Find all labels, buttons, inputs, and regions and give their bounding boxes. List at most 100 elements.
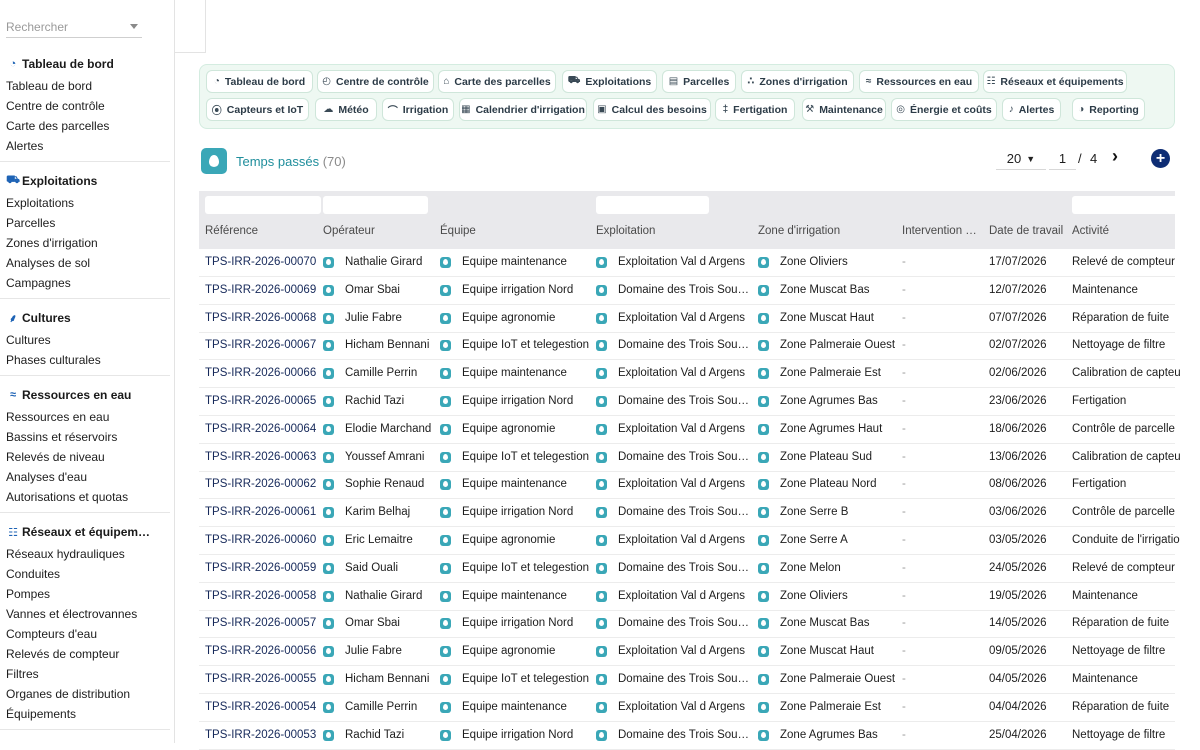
next-page-icon[interactable]: ›: [1112, 146, 1118, 167]
nav-chip-maintenance[interactable]: ⚒ Maintenance: [802, 98, 886, 121]
sidebar-item-carte-des-parcelles[interactable]: Carte des parcelles: [6, 119, 109, 133]
cell-reference[interactable]: TPS-IRR-2026-00056: [205, 645, 316, 657]
sidebar-item-vannes-et-electrovannes[interactable]: Vannes et électrovannes: [6, 607, 137, 621]
column-header-activite[interactable]: Activité: [1072, 225, 1109, 237]
cell-reference[interactable]: TPS-IRR-2026-00066: [205, 367, 316, 379]
table-row[interactable]: TPS-IRR-2026-00060 Eric Lemaitre Equipe ag…: [199, 527, 1180, 555]
table-row[interactable]: TPS-IRR-2026-00064 Elodie Marchand Equipe …: [199, 416, 1175, 444]
nav-chip-exploitations[interactable]: ⛟ Exploitations: [562, 70, 657, 93]
cell-reference[interactable]: TPS-IRR-2026-00067: [205, 339, 316, 351]
column-filter-input[interactable]: [1072, 196, 1182, 214]
sidebar-section-reseaux-et-equipem[interactable]: ☷ Réseaux et équipem…: [6, 525, 150, 539]
sidebar-item-cultures[interactable]: Cultures: [6, 333, 51, 347]
table-row[interactable]: TPS-IRR-2026-00066 Camille Perrin Equipe m…: [199, 360, 1181, 389]
sidebar-section-cultures[interactable]: ⸙ Cultures: [6, 311, 71, 325]
nav-chip-irrigation[interactable]: ⌒ Irrigation: [382, 98, 454, 121]
search-select[interactable]: Rechercher: [6, 16, 142, 38]
cell-reference[interactable]: TPS-IRR-2026-00060: [205, 534, 316, 546]
sidebar-item-filtres[interactable]: Filtres: [6, 667, 39, 681]
nav-chip-calcul-des-besoins[interactable]: ▣ Calcul des besoins: [593, 98, 711, 121]
sidebar-item-centre-de-controle[interactable]: Centre de contrôle: [6, 99, 105, 113]
cell-reference[interactable]: TPS-IRR-2026-00061: [205, 506, 316, 518]
sidebar-item-autorisations-et-quotas[interactable]: Autorisations et quotas: [6, 490, 128, 504]
table-row[interactable]: TPS-IRR-2026-00059 Said Ouali Equipe IoT e…: [199, 555, 1175, 583]
cell-reference[interactable]: TPS-IRR-2026-00059: [205, 562, 316, 574]
sidebar-section-ressources-en-eau[interactable]: ≈ Ressources en eau: [6, 388, 131, 402]
sidebar-item-campagnes[interactable]: Campagnes: [6, 276, 71, 290]
nav-chip-parcelles[interactable]: ▤ Parcelles: [662, 70, 736, 93]
current-page-input[interactable]: 1: [1049, 148, 1076, 170]
nav-chip-meteo[interactable]: ☁ Météo: [315, 98, 377, 121]
column-header-reference[interactable]: Référence: [205, 225, 258, 237]
add-record-button[interactable]: +: [1151, 149, 1170, 168]
nav-chip-tableau-de-bord[interactable]: ◔ Tableau de bord: [206, 70, 313, 93]
table-row[interactable]: TPS-IRR-2026-00055 Hicham Bennani Equipe I…: [199, 666, 1175, 694]
sidebar-item-tableau-de-bord[interactable]: Tableau de bord: [6, 79, 92, 93]
sidebar-item-parcelles[interactable]: Parcelles: [6, 216, 55, 230]
chevron-down-icon[interactable]: [130, 24, 138, 29]
table-row[interactable]: TPS-IRR-2026-00063 Youssef Amrani Equipe I…: [199, 444, 1181, 472]
cell-reference[interactable]: TPS-IRR-2026-00053: [205, 729, 316, 741]
table-row[interactable]: TPS-IRR-2026-00058 Nathalie Girard Equipe …: [199, 583, 1175, 611]
cell-reference[interactable]: TPS-IRR-2026-00070: [205, 256, 316, 268]
sidebar-item-analyses-de-sol[interactable]: Analyses de sol: [6, 256, 90, 270]
nav-chip-reporting[interactable]: ◑ Reporting: [1072, 98, 1145, 121]
column-header-operateur[interactable]: Opérateur: [323, 225, 375, 237]
sidebar-section-tableau-de-bord[interactable]: ◔ Tableau de bord: [6, 57, 114, 71]
sidebar-item-exploitations[interactable]: Exploitations: [6, 196, 74, 210]
column-header-exploitation[interactable]: Exploitation: [596, 225, 655, 237]
column-filter-input[interactable]: [323, 196, 428, 214]
column-filter-input[interactable]: [205, 196, 321, 214]
sidebar-item-compteurs-d-eau[interactable]: Compteurs d'eau: [6, 627, 97, 641]
table-row[interactable]: TPS-IRR-2026-00053 Rachid Tazi Equipe irri…: [199, 722, 1175, 750]
cell-reference[interactable]: TPS-IRR-2026-00057: [205, 617, 316, 629]
cell-reference[interactable]: TPS-IRR-2026-00069: [205, 284, 316, 296]
nav-chip-alertes[interactable]: ♪ Alertes: [1002, 98, 1061, 121]
sidebar-item-pompes[interactable]: Pompes: [6, 587, 50, 601]
nav-chip-energie-et-couts[interactable]: ◎ Énergie et coûts: [891, 98, 997, 121]
sidebar-section-exploitations[interactable]: ⛟ Exploitations: [6, 174, 97, 188]
column-header-date-de-travail[interactable]: Date de travail: [989, 225, 1063, 237]
table-row[interactable]: TPS-IRR-2026-00069 Omar Sbai Equipe irriga…: [199, 277, 1175, 305]
table-row[interactable]: TPS-IRR-2026-00056 Julie Fabre Equipe agro…: [199, 638, 1175, 667]
sidebar-item-zones-d-irrigation[interactable]: Zones d'irrigation: [6, 236, 98, 250]
sidebar-item-bassins-et-reservoirs[interactable]: Bassins et réservoirs: [6, 430, 117, 444]
sidebar-item-releves-de-niveau[interactable]: Relevés de niveau: [6, 450, 105, 464]
column-header-equipe[interactable]: Équipe: [440, 225, 476, 237]
column-header-intervention[interactable]: Intervention …: [902, 225, 977, 237]
nav-chip-carte-des-parcelles[interactable]: ⌂ Carte des parcelles: [438, 70, 556, 93]
cell-reference[interactable]: TPS-IRR-2026-00062: [205, 478, 316, 490]
table-row[interactable]: TPS-IRR-2026-00070 Nathalie Girard Equipe …: [199, 249, 1175, 277]
nav-chip-centre-de-controle[interactable]: ◴ Centre de contrôle: [317, 70, 434, 93]
table-row[interactable]: TPS-IRR-2026-00054 Camille Perrin Equipe m…: [199, 694, 1175, 722]
cell-reference[interactable]: TPS-IRR-2026-00064: [205, 423, 316, 435]
sidebar-item-ressources-en-eau[interactable]: Ressources en eau: [6, 410, 109, 424]
sidebar-item-analyses-d-eau[interactable]: Analyses d'eau: [6, 470, 87, 484]
column-filter-input[interactable]: [596, 196, 709, 214]
cell-reference[interactable]: TPS-IRR-2026-00055: [205, 673, 316, 685]
cell-reference[interactable]: TPS-IRR-2026-00065: [205, 395, 316, 407]
table-row[interactable]: TPS-IRR-2026-00062 Sophie Renaud Equipe ma…: [199, 471, 1175, 500]
sidebar-item-releves-de-compteur[interactable]: Relevés de compteur: [6, 647, 119, 661]
nav-chip-capteurs-et-iot[interactable]: ⦿ Capteurs et IoT: [206, 98, 309, 121]
nav-chip-reseaux-et-equipements[interactable]: ☷ Réseaux et équipements: [983, 70, 1127, 93]
page-size-select[interactable]: 20 ▼: [996, 148, 1046, 170]
sidebar-item-phases-culturales[interactable]: Phases culturales: [6, 353, 101, 367]
nav-chip-zones-d-irrigation[interactable]: ∴ Zones d'irrigation: [741, 70, 854, 93]
sidebar-item-reseaux-hydrauliques[interactable]: Réseaux hydrauliques: [6, 547, 125, 561]
sidebar-item-organes-de-distribution[interactable]: Organes de distribution: [6, 687, 130, 701]
sidebar-item-alertes[interactable]: Alertes: [6, 139, 43, 153]
cell-reference[interactable]: TPS-IRR-2026-00063: [205, 451, 316, 463]
cell-reference[interactable]: TPS-IRR-2026-00068: [205, 312, 316, 324]
nav-chip-calendrier-d-irrigation[interactable]: ▦ Calendrier d'irrigation: [459, 98, 587, 121]
nav-chip-fertigation[interactable]: ‡ Fertigation: [715, 98, 795, 121]
table-row[interactable]: TPS-IRR-2026-00065 Rachid Tazi Equipe irri…: [199, 388, 1175, 416]
cell-reference[interactable]: TPS-IRR-2026-00054: [205, 701, 316, 713]
sidebar-item-conduites[interactable]: Conduites: [6, 567, 60, 581]
table-row[interactable]: TPS-IRR-2026-00067 Hicham Bennani Equipe I…: [199, 332, 1175, 361]
cell-reference[interactable]: TPS-IRR-2026-00058: [205, 590, 316, 602]
sidebar-item-equipements[interactable]: Équipements: [6, 707, 76, 721]
table-row[interactable]: TPS-IRR-2026-00061 Karim Belhaj Equipe irr…: [199, 499, 1175, 528]
nav-chip-ressources-en-eau[interactable]: ≈ Ressources en eau: [859, 70, 979, 93]
table-row[interactable]: TPS-IRR-2026-00068 Julie Fabre Equipe agro…: [199, 305, 1175, 333]
